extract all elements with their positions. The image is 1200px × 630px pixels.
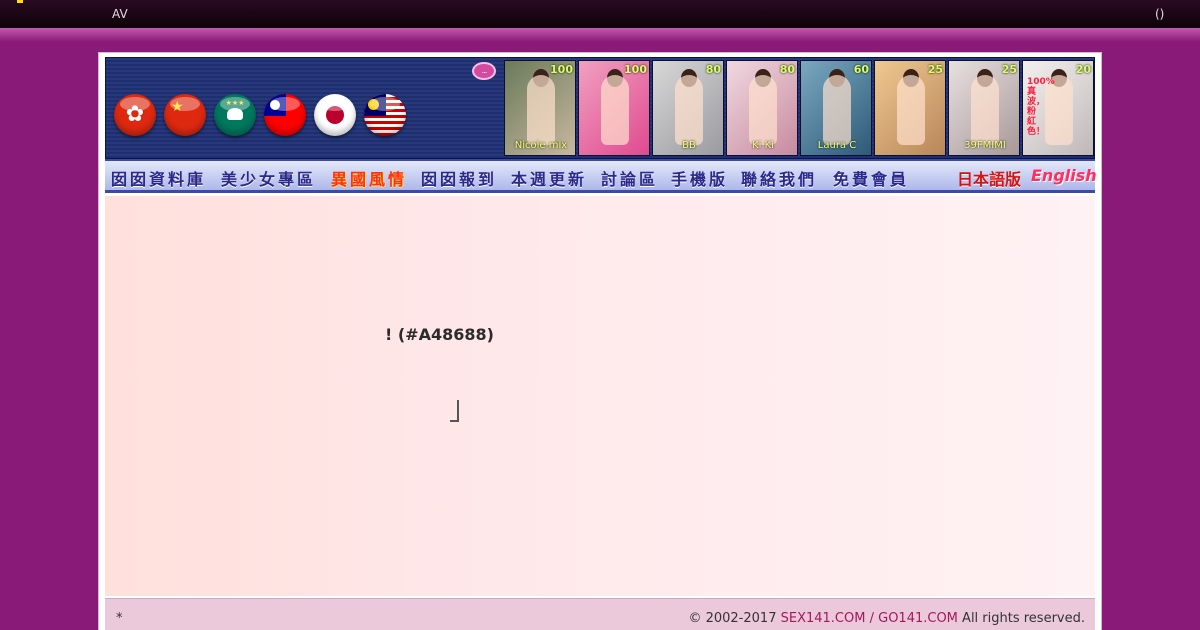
profile-thumb[interactable]: 60 Laura C	[800, 60, 872, 156]
china-flag-icon[interactable]: ★	[164, 94, 206, 136]
malaysia-flag-icon[interactable]	[364, 94, 406, 136]
profile-thumb[interactable]: 80 BB	[652, 60, 724, 156]
nav-free-member[interactable]: 免費會員	[833, 166, 909, 190]
rights-text: All rights reserved.	[962, 611, 1085, 626]
flag-row: ✿ ★ ★★★	[114, 94, 414, 138]
taiwan-flag-icon[interactable]	[264, 94, 306, 136]
thumb-name: Ki Ki	[752, 140, 774, 151]
nav-check-in[interactable]: 囡囡報到	[421, 166, 497, 190]
nav-english[interactable]: English	[1031, 166, 1097, 185]
copyright-text: © 2002-2017	[688, 611, 777, 626]
macau-flag-icon[interactable]: ★★★	[214, 94, 256, 136]
nav-mobile[interactable]: 手機版	[671, 166, 728, 190]
profile-thumb[interactable]: 25 39FMIMI	[948, 60, 1020, 156]
main-content: ! (#A48688)	[105, 196, 1095, 596]
footer-star: *	[116, 611, 123, 626]
thumb-name: 39FMIMI	[964, 140, 1006, 151]
nav-girls-zone[interactable]: 美少女專區	[221, 166, 316, 190]
footer-separator: /	[869, 611, 874, 626]
profile-thumb[interactable]: 100	[578, 60, 650, 156]
thumb-score: 80	[779, 63, 795, 76]
thumb-score: 80	[705, 63, 721, 76]
nav-exotic[interactable]: 異國風情	[331, 166, 407, 190]
thumb-score: 60	[853, 63, 869, 76]
thumb-score: 25	[927, 63, 943, 76]
top-bar: AV ()	[0, 0, 1200, 28]
thumb-name: Laura C	[817, 140, 857, 151]
site-header: ✿ ★ ★★★ ... 100 Nicole mix 100 80 BB 80 …	[105, 57, 1095, 159]
copyright: © 2002-2017 SEX141.COM / GO141.COM All r…	[688, 611, 1085, 626]
profile-thumb[interactable]: 80 Ki Ki	[726, 60, 798, 156]
thumb-score: 25	[1001, 63, 1017, 76]
thumb-side-text: 100%真波，粉紅色！	[1027, 77, 1055, 137]
nav-japanese[interactable]: 日本語版	[957, 166, 1021, 190]
profile-thumb[interactable]: 100 Nicole mix	[504, 60, 576, 156]
nav-weekly-update[interactable]: 本週更新	[511, 166, 587, 190]
thumb-name: Nicole mix	[514, 140, 568, 151]
nav-forum[interactable]: 討論區	[601, 166, 658, 190]
footer: * © 2002-2017 SEX141.COM / GO141.COM All…	[105, 598, 1095, 630]
thumbnail-strip: 100 Nicole mix 100 80 BB 80 Ki Ki 60 Lau…	[504, 60, 1094, 156]
site-link-sex141[interactable]: SEX141.COM	[781, 611, 866, 626]
thumb-score: 100	[550, 63, 573, 76]
nav-contact[interactable]: 聯絡我們	[741, 166, 817, 190]
cursor-mark-icon	[450, 400, 459, 422]
nav-database[interactable]: 囡囡資料庫	[111, 166, 206, 190]
main-nav: 囡囡資料庫 美少女專區 異國風情 囡囡報到 本週更新 討論區 手機版 聯絡我們 …	[105, 159, 1097, 193]
site-link-go141[interactable]: GO141.COM	[878, 611, 958, 626]
top-accent-mark	[17, 0, 23, 3]
hong-kong-flag-icon[interactable]: ✿	[114, 94, 156, 136]
thumb-score: 20	[1075, 63, 1091, 76]
chat-bubble-icon[interactable]: ...	[472, 62, 496, 80]
japan-flag-icon[interactable]	[314, 94, 356, 136]
thumb-name: BB	[682, 140, 696, 151]
top-band	[0, 28, 1200, 42]
profile-thumb[interactable]: 25	[874, 60, 946, 156]
thumb-score: 100	[624, 63, 647, 76]
profile-thumb[interactable]: 100%真波，粉紅色！ 20	[1022, 60, 1094, 156]
error-message: ! (#A48688)	[385, 325, 494, 344]
top-bar-right-text[interactable]: ()	[1155, 7, 1164, 21]
top-bar-left-text[interactable]: AV	[112, 7, 128, 21]
